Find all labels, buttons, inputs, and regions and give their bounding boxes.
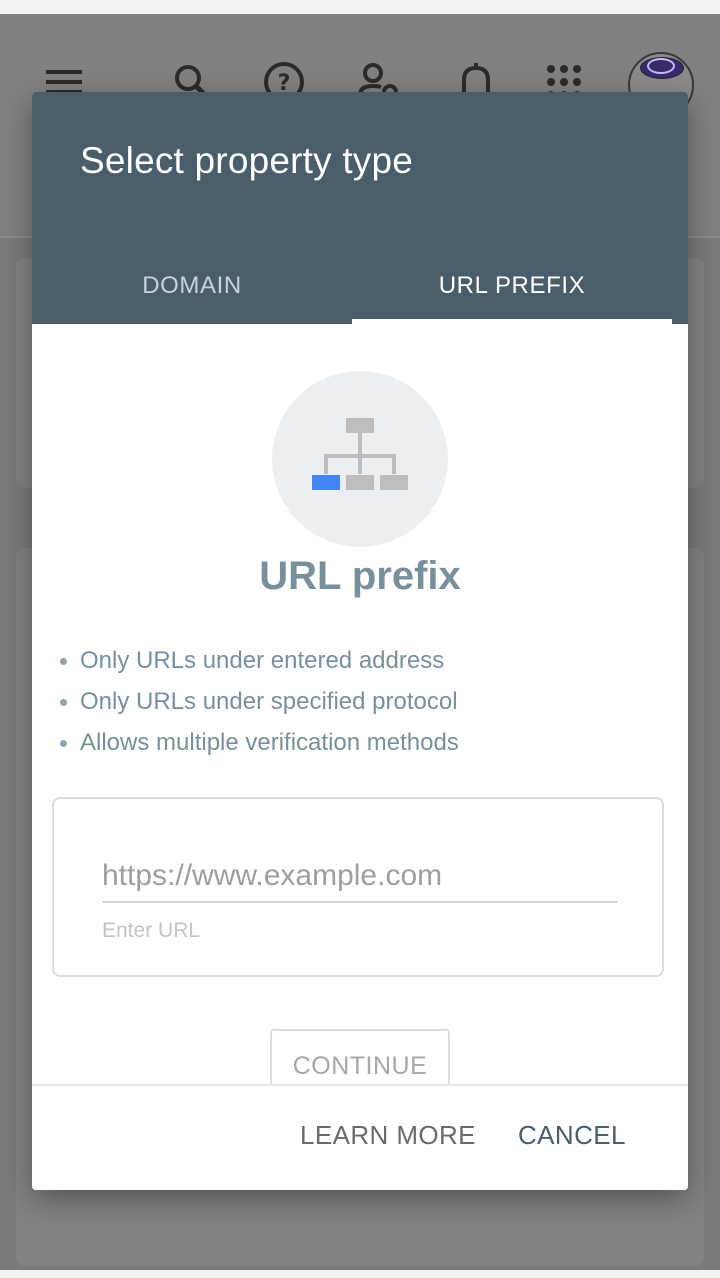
dialog-header: Select property type DOMAIN URL PREFIX bbox=[32, 92, 688, 324]
dialog-title: Select property type bbox=[80, 140, 414, 181]
url-helper-text: Enter URL bbox=[102, 919, 201, 942]
list-item: Allows multiple verification methods bbox=[60, 728, 459, 769]
dialog-footer: LEARN MORE CANCEL bbox=[32, 1084, 688, 1190]
tab-domain[interactable]: DOMAIN bbox=[32, 248, 352, 324]
url-input-card: Enter URL bbox=[52, 797, 664, 977]
tab-url-prefix[interactable]: URL PREFIX bbox=[352, 248, 672, 324]
navigation-bar bbox=[0, 1270, 720, 1278]
status-bar bbox=[0, 0, 720, 14]
select-property-dialog: Select property type DOMAIN URL PREFIX U… bbox=[32, 92, 688, 1190]
list-item: Only URLs under specified protocol bbox=[60, 687, 459, 728]
learn-more-button[interactable]: LEARN MORE bbox=[300, 1120, 476, 1151]
feature-list: Only URLs under entered address Only URL… bbox=[60, 646, 459, 769]
option-title: URL prefix bbox=[259, 554, 461, 598]
sitemap-icon bbox=[312, 418, 408, 490]
url-prefix-illustration bbox=[272, 371, 448, 547]
tab-indicator bbox=[352, 319, 672, 324]
cancel-button[interactable]: CANCEL bbox=[518, 1120, 626, 1151]
url-input[interactable] bbox=[102, 857, 618, 903]
list-item: Only URLs under entered address bbox=[60, 646, 459, 687]
